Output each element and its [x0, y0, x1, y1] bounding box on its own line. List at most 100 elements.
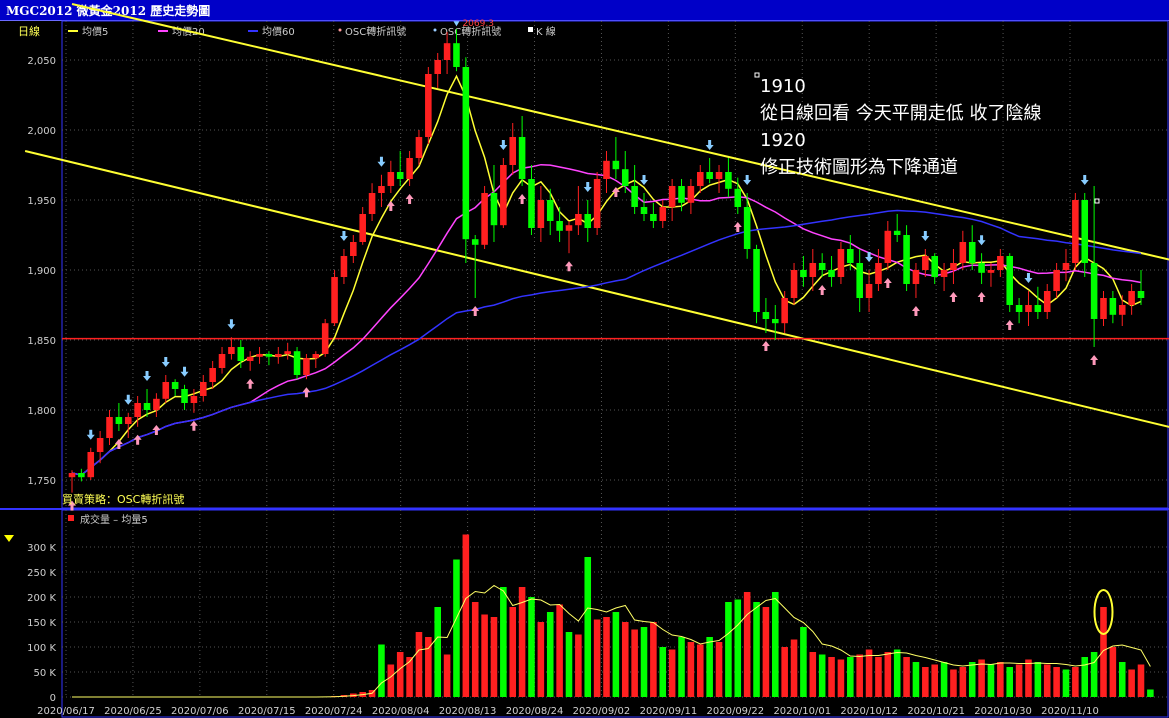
candle-body: [640, 207, 648, 214]
volume-bar: [865, 649, 873, 697]
candle-body: [612, 160, 620, 170]
candle-body: [725, 172, 732, 189]
candle-body: [593, 179, 601, 228]
candle-body: [528, 179, 535, 228]
ma60-line: [71, 209, 1142, 476]
buy-signal-arrow: [818, 285, 827, 295]
volume-bar: [968, 662, 976, 697]
buy-signal-arrow: [977, 292, 986, 302]
volume-bar: [481, 614, 488, 697]
price-tick-label: 2,000: [27, 126, 56, 137]
date-tick-label: 2020/09/11: [640, 706, 698, 717]
candle-body: [828, 270, 835, 277]
legend-swatch: [433, 28, 437, 32]
legend-entry: K 線: [536, 25, 556, 38]
sell-signal-arrow: [377, 156, 386, 167]
sell-signal-arrow: [921, 231, 930, 241]
volume-bar: [396, 652, 404, 697]
sell-signal-arrow: [86, 429, 95, 440]
price-tick-label: 1,750: [27, 476, 56, 487]
candle-body: [331, 277, 338, 324]
date-tick-label: 2020/10/30: [974, 706, 1032, 717]
volume-bar: [818, 654, 826, 697]
candle-body: [190, 396, 198, 403]
volume-bar: [1025, 659, 1032, 697]
buy-signal-arrow: [518, 194, 527, 204]
volume-bar: [603, 617, 610, 697]
volume-bar: [500, 587, 507, 697]
date-tick-label: 2020/10/01: [773, 706, 831, 717]
candle-body: [1081, 200, 1089, 263]
volume-bar: [1137, 664, 1145, 697]
volume-bar: [584, 557, 592, 697]
buy-signal-arrow: [733, 222, 742, 232]
volume-bar: [1053, 667, 1060, 697]
candle-body: [340, 256, 348, 277]
candle-body: [753, 249, 760, 312]
candle-body: [228, 347, 235, 354]
volume-bar: [762, 607, 770, 697]
candle-body: [743, 207, 751, 249]
volume-bar: [828, 657, 835, 697]
volume-bar: [809, 652, 817, 697]
candle-body: [275, 354, 282, 357]
candle-body: [621, 169, 629, 186]
volume-bar: [706, 637, 713, 697]
date-tick-label: 2020/09/22: [707, 706, 765, 717]
candle-body: [406, 158, 413, 179]
candle-body: [968, 242, 976, 263]
sell-signal-arrow: [977, 235, 986, 246]
candle-body: [837, 249, 845, 277]
candle-body: [800, 270, 807, 277]
candle-body: [847, 249, 854, 263]
sell-signal-arrow: [180, 366, 189, 377]
candle-body: [762, 312, 770, 319]
candle-body: [631, 186, 638, 207]
sell-signal-arrow: [339, 231, 348, 241]
candle-body: [884, 230, 892, 263]
volume-bar: [781, 647, 788, 697]
volume-bar: [959, 667, 967, 697]
volume-bar: [1006, 667, 1014, 697]
sell-signal-arrow: [227, 319, 236, 330]
volume-bar: [387, 664, 395, 697]
volume-bar: [715, 642, 723, 697]
candle-body: [781, 298, 788, 324]
annotation-marker: [754, 72, 760, 78]
candle-body: [1128, 291, 1135, 305]
candle-body: [124, 417, 132, 424]
candle-body: [181, 389, 188, 403]
channel-line: [71, 3, 1169, 261]
volume-bar: [847, 657, 854, 697]
volume-toggle-icon[interactable]: [4, 535, 14, 542]
date-tick-label: 2020/08/24: [506, 706, 564, 717]
price-tick-label: 1,800: [27, 406, 56, 417]
date-tick-label: 2020/09/02: [573, 706, 631, 717]
buy-signal-arrow: [302, 387, 311, 398]
candle-body: [115, 417, 123, 424]
candle-body: [350, 242, 357, 256]
volume-bar: [800, 627, 807, 697]
volume-bar: [378, 644, 385, 697]
sell-signal-arrow: [1024, 273, 1033, 283]
sell-signal-arrow: [583, 182, 592, 192]
buy-signal-arrow: [405, 194, 414, 204]
legend-swatch: [338, 28, 342, 32]
candle-body: [153, 398, 160, 410]
candle-body: [922, 256, 929, 270]
volume-legend-swatch: [68, 515, 74, 521]
date-tick-label: 2020/06/25: [104, 706, 162, 717]
candle-body: [1100, 298, 1107, 319]
date-tick-label: 2020/11/10: [1041, 706, 1099, 717]
candle-body: [293, 351, 301, 375]
annotation-line-3: 1920: [760, 130, 806, 151]
buy-signal-arrow: [761, 341, 770, 351]
candle-body: [396, 172, 404, 179]
buy-signal-arrow: [189, 420, 198, 431]
candle-body: [471, 239, 479, 245]
volume-bar: [453, 559, 460, 697]
candle-body: [678, 186, 685, 203]
volume-bar: [593, 619, 601, 697]
volume-bar: [912, 662, 920, 697]
sell-signal-arrow: [1080, 175, 1089, 185]
